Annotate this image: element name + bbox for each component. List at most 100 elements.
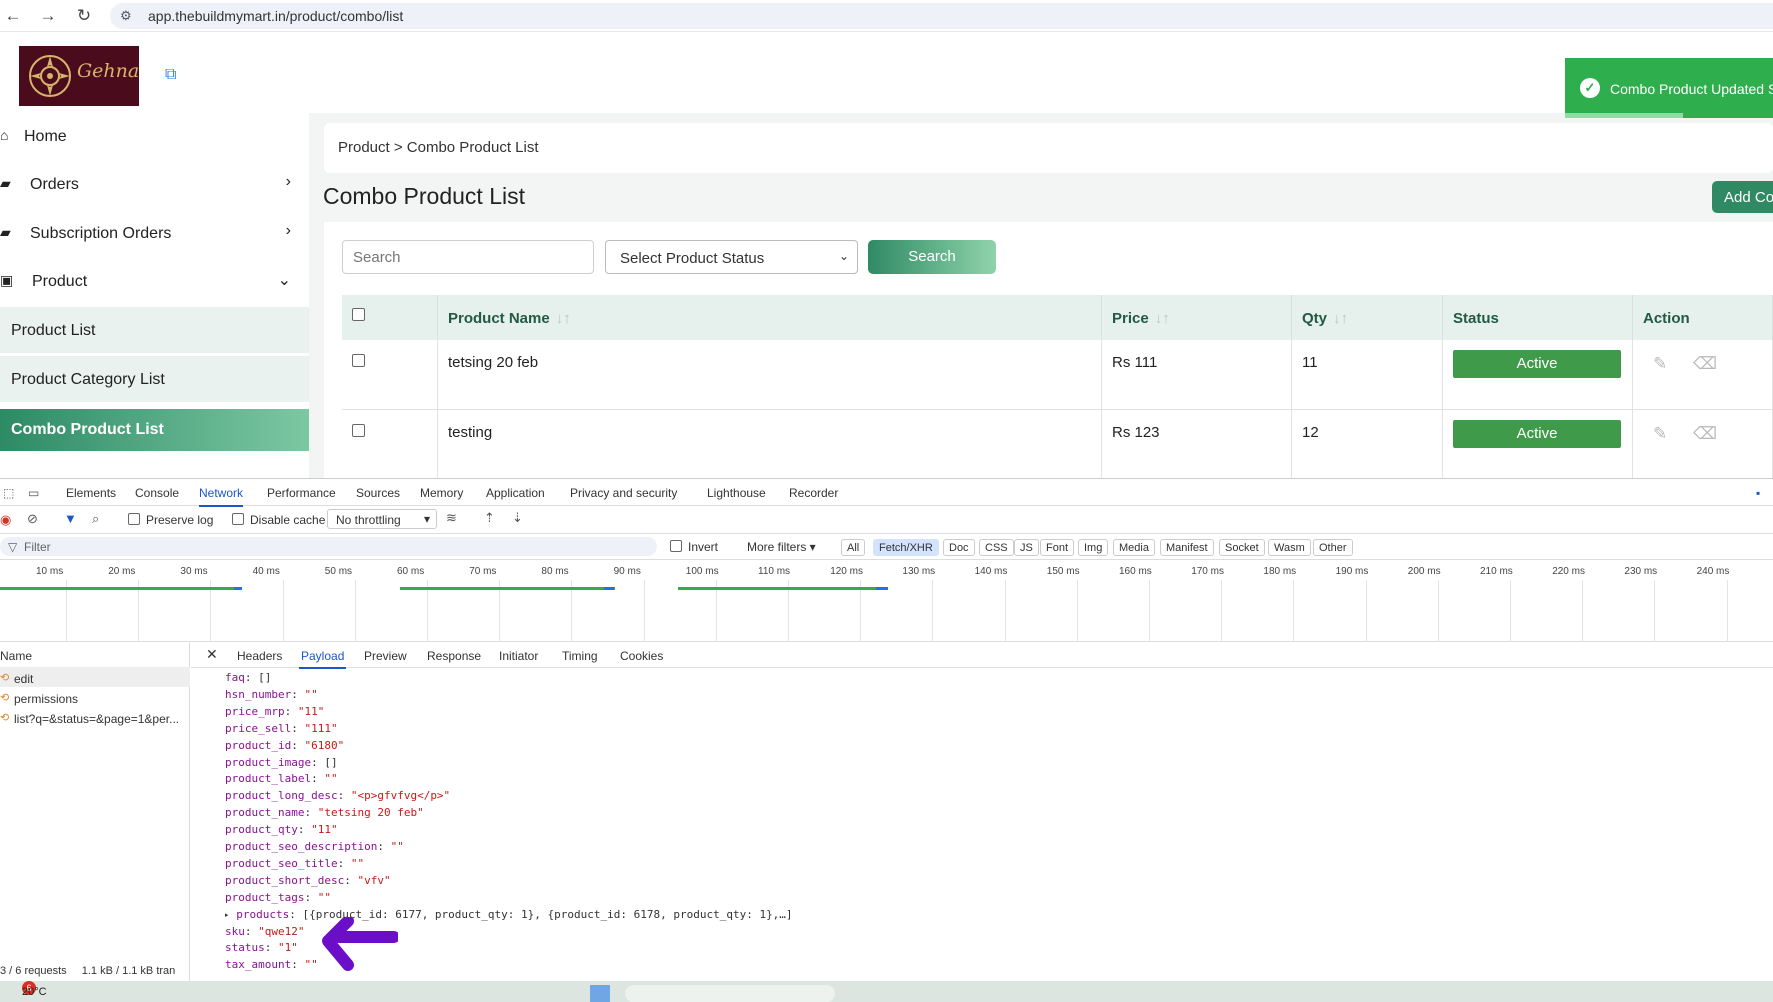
timeline-tick-label: 130 ms xyxy=(902,566,936,577)
more-filters-button[interactable]: More filters ▾ xyxy=(747,540,816,554)
request-row-edit[interactable]: ⟲ edit xyxy=(0,667,190,687)
status-toggle-button[interactable]: Active xyxy=(1453,420,1621,448)
tab-cookies[interactable]: Cookies xyxy=(620,649,663,663)
tab-console[interactable]: Console xyxy=(135,486,179,500)
tab-application[interactable]: Application xyxy=(486,486,545,500)
sidebar-item-subscription-orders[interactable]: ▰ Subscription Orders › xyxy=(0,210,309,256)
type-chip-img[interactable]: Img xyxy=(1078,539,1109,556)
preserve-log-checkbox[interactable] xyxy=(128,513,140,525)
tab-recorder[interactable]: Recorder xyxy=(789,486,838,500)
sidebar-item-product[interactable]: ▣ Product ⌄ xyxy=(0,258,309,304)
tab-memory[interactable]: Memory xyxy=(420,486,463,500)
type-chip-fetch-xhr[interactable]: Fetch/XHR xyxy=(873,539,939,556)
clear-icon[interactable]: ⊘ xyxy=(27,511,38,527)
tab-headers[interactable]: Headers xyxy=(237,649,282,663)
cell-text: Rs 123 xyxy=(1112,424,1160,441)
timeline-tick-label: 40 ms xyxy=(252,566,280,577)
tab-sources[interactable]: Sources xyxy=(356,486,400,500)
payload-value: "" xyxy=(390,840,404,853)
type-chip-wasm[interactable]: Wasm xyxy=(1268,539,1311,556)
close-icon[interactable]: ✕ xyxy=(206,646,218,663)
expand-triangle-icon[interactable]: ▸ xyxy=(225,908,236,921)
throttling-select[interactable]: No throttling ▾ xyxy=(327,509,437,529)
row-checkbox[interactable] xyxy=(352,354,365,367)
status-toggle-button[interactable]: Active xyxy=(1453,350,1621,378)
name-column-header[interactable]: Name xyxy=(0,649,32,663)
weather-widget[interactable]: 20°C xyxy=(22,986,47,998)
type-chip-js[interactable]: JS xyxy=(1014,539,1039,556)
type-chip-font[interactable]: Font xyxy=(1040,539,1075,556)
sort-icon[interactable]: ↓↑ xyxy=(556,310,571,327)
timeline-tick-label: 220 ms xyxy=(1552,566,1585,577)
sort-icon[interactable]: ↓↑ xyxy=(1155,310,1170,327)
sidebar-item-label: Orders xyxy=(30,176,79,193)
edit-icon[interactable]: ✎ xyxy=(1653,354,1667,374)
filter-input[interactable]: ▽ Filter xyxy=(0,537,657,556)
export-har-icon[interactable]: ⇣ xyxy=(512,510,523,526)
column-header-price[interactable]: Price ↓↑ xyxy=(1102,295,1292,340)
type-chip-socket[interactable]: Socket xyxy=(1219,539,1265,556)
request-row-permissions[interactable]: ⟲ permissions xyxy=(0,687,190,707)
column-header-qty[interactable]: Qty ↓↑ xyxy=(1292,295,1443,340)
type-chip-css[interactable]: CSS xyxy=(979,539,1014,556)
cell-qty: 11 xyxy=(1292,340,1443,410)
product-status-select[interactable]: Select Product Status ⌄ xyxy=(605,240,858,274)
delete-icon[interactable]: ⌫ xyxy=(1693,424,1717,444)
invert-checkbox[interactable] xyxy=(670,540,682,552)
issues-icon[interactable]: ▪ xyxy=(1756,486,1760,500)
row-checkbox[interactable] xyxy=(352,424,365,437)
request-row-list[interactable]: ⟲ list?q=&status=&page=1&per... xyxy=(0,707,190,727)
edit-icon[interactable]: ✎ xyxy=(1653,424,1667,444)
search-icon[interactable]: ⌕ xyxy=(92,511,99,527)
select-all-checkbox[interactable] xyxy=(352,308,365,321)
taskbar-search-box[interactable] xyxy=(625,985,835,1002)
tab-preview[interactable]: Preview xyxy=(364,649,407,663)
tab-initiator[interactable]: Initiator xyxy=(499,649,538,663)
address-bar[interactable]: ⚙ app.thebuildmymart.in/product/combo/li… xyxy=(110,3,1773,29)
logo[interactable]: Gehna xyxy=(19,46,139,106)
forward-icon[interactable]: → xyxy=(37,5,59,27)
add-combo-button[interactable]: Add Co xyxy=(1712,181,1773,213)
network-timeline[interactable]: 10 ms 20 ms 30 ms 40 ms 50 ms 60 ms 70 ms 80 ms… xyxy=(0,560,1773,642)
tab-payload[interactable]: Payload xyxy=(298,649,347,669)
windows-start-icon[interactable] xyxy=(590,985,610,1002)
inspect-icon[interactable]: ⬚ xyxy=(3,486,14,500)
payload-value: "" xyxy=(304,687,318,701)
tab-privacy-security[interactable]: Privacy and security xyxy=(570,486,677,500)
back-icon[interactable]: ← xyxy=(2,5,24,27)
reload-icon[interactable]: ↻ xyxy=(73,5,95,27)
sidebar-item-orders[interactable]: ▰ Orders › xyxy=(0,161,309,207)
import-har-icon[interactable]: ⇡ xyxy=(484,510,495,526)
sidebar-item-combo-product-list[interactable]: Combo Product List xyxy=(0,409,309,451)
record-icon[interactable]: ◉ xyxy=(0,512,11,528)
type-chip-other[interactable]: Other xyxy=(1313,539,1353,556)
column-header-product-name[interactable]: Product Name ↓↑ xyxy=(438,295,1102,340)
success-toast[interactable]: ✓ Combo Product Updated S xyxy=(1565,58,1773,118)
tab-elements[interactable]: Elements xyxy=(66,486,116,500)
network-conditions-icon[interactable]: ≋ xyxy=(446,510,457,526)
sidebar-item-product-category-list[interactable]: Product Category List xyxy=(0,356,309,402)
sort-icon[interactable]: ↓↑ xyxy=(1333,310,1348,327)
tab-network[interactable]: Network xyxy=(199,486,244,507)
sidebar-item-product-list[interactable]: Product List xyxy=(0,307,309,353)
type-chip-media[interactable]: Media xyxy=(1113,539,1155,556)
external-link-icon[interactable]: ⧉ xyxy=(165,66,176,84)
site-info-icon[interactable]: ⚙ xyxy=(120,8,132,24)
tab-lighthouse[interactable]: Lighthouse xyxy=(707,486,766,500)
type-chip-all[interactable]: All xyxy=(841,539,866,556)
tab-timing[interactable]: Timing xyxy=(562,649,598,663)
payload-line[interactable]: ▸ products: [{product_id: 6177, product_… xyxy=(225,908,793,921)
type-chip-manifest[interactable]: Manifest xyxy=(1160,539,1214,556)
device-toggle-icon[interactable]: ▭ xyxy=(28,486,39,500)
search-input[interactable] xyxy=(342,240,594,274)
tab-response[interactable]: Response xyxy=(427,649,481,663)
filter-icon[interactable]: ▼ xyxy=(64,511,77,526)
sidebar-item-home[interactable]: ⌂ Home xyxy=(0,113,309,159)
search-button[interactable]: Search xyxy=(868,240,996,274)
tab-performance[interactable]: Performance xyxy=(267,486,336,500)
combo-product-table: Product Name ↓↑ Price ↓↑ Qty ↓↑ Status Acti… xyxy=(342,295,1773,478)
type-chip-doc[interactable]: Doc xyxy=(943,539,975,556)
request-name: permissions xyxy=(14,692,79,706)
delete-icon[interactable]: ⌫ xyxy=(1693,354,1717,374)
disable-cache-checkbox[interactable] xyxy=(232,513,244,525)
